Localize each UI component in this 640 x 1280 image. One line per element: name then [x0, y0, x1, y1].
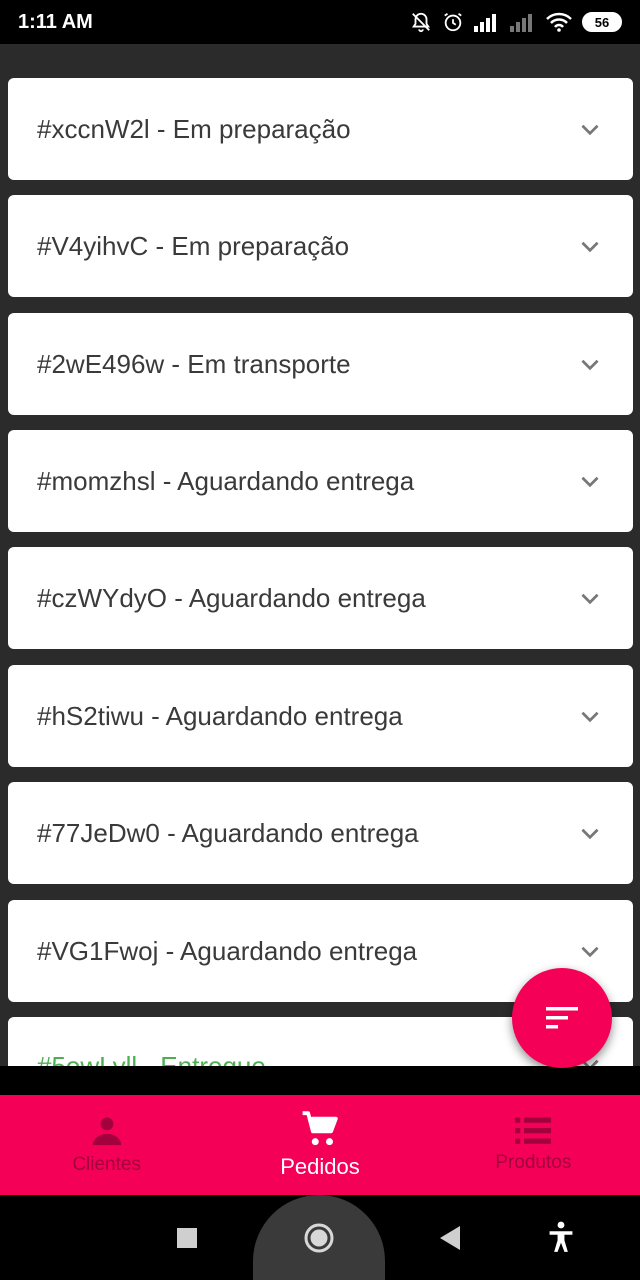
order-label: #czWYdyO - Aguardando entrega — [37, 582, 426, 613]
status-time: 1:11 AM — [18, 10, 93, 33]
home-circle-icon[interactable] — [303, 1222, 335, 1254]
order-label: #hS2tiwu - Aguardando entrega — [37, 700, 403, 731]
order-card[interactable]: #V4yihvC - Em preparação — [8, 195, 633, 297]
nav-label-clientes: Clientes — [72, 1154, 141, 1175]
recents-square-icon[interactable] — [176, 1227, 198, 1249]
chevron-down-icon[interactable] — [577, 585, 603, 611]
nav-item-pedidos[interactable]: Pedidos — [213, 1095, 426, 1195]
nav-label-pedidos: Pedidos — [280, 1154, 360, 1179]
order-label: #VG1Fwoj - Aguardando entrega — [37, 935, 418, 966]
alarm-icon — [444, 12, 462, 32]
order-label: #77JeDw0 - Aguardando entrega — [37, 817, 419, 848]
cart-icon — [302, 1111, 338, 1146]
wifi-icon — [546, 12, 572, 32]
signal-weak-icon — [510, 14, 532, 32]
back-triangle-icon[interactable] — [438, 1225, 462, 1251]
chevron-down-icon[interactable] — [577, 233, 603, 259]
order-label: #momzhsl - Aguardando entrega — [37, 465, 415, 496]
bottom-navigation: Clientes Pedidos Produtos — [0, 1095, 640, 1195]
person-icon — [92, 1117, 121, 1146]
chevron-down-icon[interactable] — [577, 468, 603, 494]
status-icons: 56 — [410, 11, 622, 33]
nav-label-produtos: Produtos — [495, 1152, 572, 1173]
filter-fab-button[interactable] — [512, 968, 612, 1068]
battery-level: 56 — [594, 14, 610, 30]
order-card[interactable]: #hS2tiwu - Aguardando entrega — [8, 665, 633, 767]
order-card[interactable]: #czWYdyO - Aguardando entrega — [8, 547, 633, 649]
order-card[interactable]: #momzhsl - Aguardando entrega — [8, 430, 633, 532]
nav-item-produtos[interactable]: Produtos — [427, 1095, 640, 1195]
filter-sort-icon — [546, 1007, 578, 1029]
nav-item-clientes[interactable]: Clientes — [0, 1095, 213, 1195]
order-card[interactable]: #xccnW2l - Em preparação — [8, 78, 633, 180]
system-navigation-bar — [0, 1195, 640, 1280]
battery-icon: 56 — [582, 12, 622, 32]
order-card[interactable]: #77JeDw0 - Aguardando entrega — [8, 782, 633, 884]
order-label: #2wE496w - Em transporte — [37, 348, 351, 379]
status-bar: 1:11 AM 56 — [0, 0, 640, 44]
orders-list: #xccnW2l - Em preparação #V4yihvC - Em p… — [0, 44, 640, 1066]
mute-notifications-icon — [411, 12, 431, 33]
accessibility-icon[interactable] — [547, 1221, 575, 1253]
order-card[interactable]: #2wE496w - Em transporte — [8, 313, 633, 415]
order-label: #xccnW2l - Em preparação — [37, 113, 351, 144]
chevron-down-icon[interactable] — [577, 938, 603, 964]
list-icon — [515, 1117, 552, 1144]
order-label: #V4yihvC - Em preparação — [37, 230, 350, 261]
chevron-down-icon[interactable] — [577, 351, 603, 377]
chevron-down-icon[interactable] — [577, 820, 603, 846]
chevron-down-icon[interactable] — [577, 116, 603, 142]
chevron-down-icon[interactable] — [577, 703, 603, 729]
order-label: #5owLyll - Entregue — [37, 1051, 266, 1066]
signal-icon — [474, 14, 496, 32]
